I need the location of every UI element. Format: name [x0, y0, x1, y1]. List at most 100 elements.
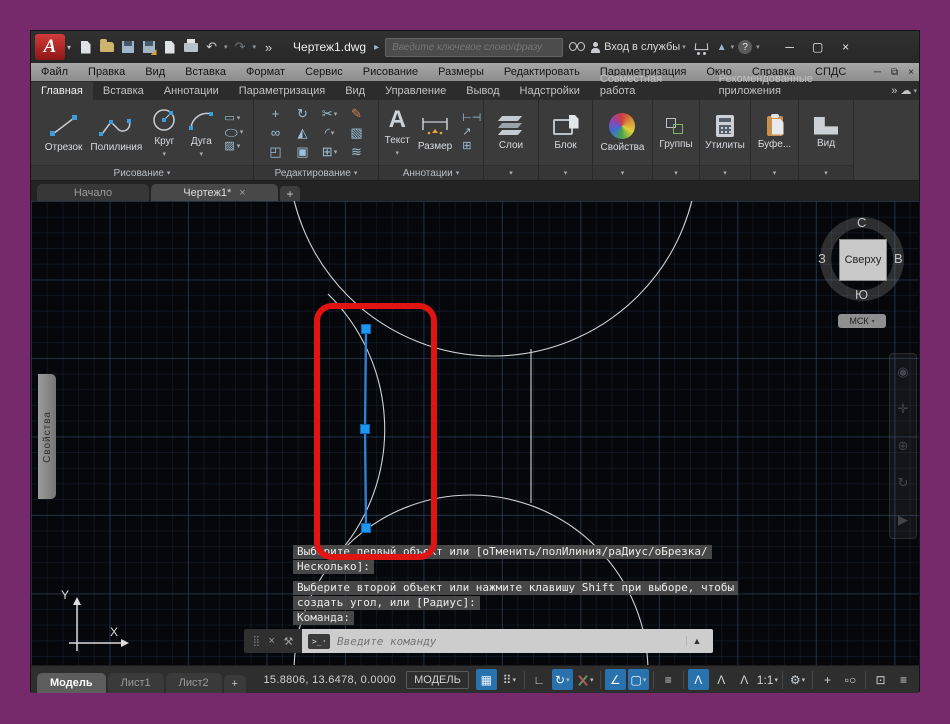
workspace-switch-button[interactable]: ⚙ ▾ [787, 669, 808, 690]
properties-button[interactable]: Свойства [597, 112, 649, 153]
text-dropdown-icon[interactable]: ▾ [395, 149, 399, 157]
command-line-bar[interactable]: ⣿ × ⚒ >_▾ ▲ [244, 629, 713, 653]
properties-palette-tab[interactable]: Свойства [38, 374, 56, 499]
table-tool-button[interactable]: ⊞ [462, 140, 481, 153]
dimension-tool-button[interactable]: Размер [414, 114, 456, 152]
fullscreen-button[interactable]: ⊡ [870, 669, 891, 690]
command-input-field[interactable]: >_▾ ▲ [302, 629, 713, 653]
viewcube-face[interactable]: Сверху [839, 239, 887, 281]
ribbon-tab-insert[interactable]: Вставка [93, 82, 154, 100]
ribbon-state-dropdown-icon[interactable]: ▾ [913, 87, 917, 95]
arc-dropdown-icon[interactable]: ▾ [200, 150, 204, 158]
text-tool-button[interactable]: А Текст ▾ [381, 108, 414, 158]
viewcube-south-label[interactable]: Ю [855, 287, 868, 302]
erase-tool-button[interactable]: ✎ [351, 106, 362, 122]
isolate-objects-button[interactable]: ▫○ [840, 669, 861, 690]
file-tab-start[interactable]: Начало [37, 184, 149, 201]
ribbon-tab-view[interactable]: Вид [335, 82, 375, 100]
menu-tools[interactable]: Сервис [295, 66, 353, 78]
undo-button[interactable]: ↶ [203, 39, 220, 56]
3d-box-tool-button[interactable]: ▧ [350, 125, 362, 141]
ribbon-tab-addins[interactable]: Надстройки [510, 82, 590, 100]
sign-in-button[interactable]: Вход в службы [604, 41, 680, 53]
menu-view[interactable]: Вид [135, 66, 175, 78]
file-tab-drawing1[interactable]: Чертеж1* × [151, 184, 278, 201]
panel-annotation-footer[interactable]: Аннотации ▾ [379, 165, 483, 180]
block-button[interactable]: Блок [549, 115, 583, 151]
menu-modify[interactable]: Редактировать [494, 66, 590, 78]
panel-draw-footer[interactable]: Рисование ▾ [31, 165, 253, 180]
ribbon-tab-output[interactable]: Вывод [456, 82, 509, 100]
menu-dimension[interactable]: Размеры [428, 66, 494, 78]
panel-groups-footer[interactable]: ▾ [653, 165, 699, 180]
scale-tool-button[interactable]: ▣ [296, 144, 308, 160]
move-tool-button[interactable]: + [272, 106, 280, 121]
command-bar-close-icon[interactable]: × [268, 635, 274, 647]
maximize-button[interactable]: ▢ [804, 40, 832, 54]
ribbon-tab-annotate[interactable]: Аннотации [154, 82, 229, 100]
panel-layers-footer[interactable]: ▾ [484, 165, 538, 180]
customization-menu-button[interactable]: ≡ [893, 669, 914, 690]
customize-wrench-icon[interactable]: ⚒ [284, 635, 294, 648]
help-dropdown-icon[interactable]: ▾ [756, 43, 760, 51]
save-as-button[interactable] [140, 39, 157, 56]
annotation-autoscale-toggle[interactable]: Λ [711, 669, 732, 690]
command-history-expand-icon[interactable]: ▲ [686, 636, 707, 646]
ribbon-overflow-icon[interactable]: » [891, 85, 897, 97]
navigation-wheel-icon[interactable]: ◉ [897, 364, 908, 380]
file-tab-close-icon[interactable]: × [239, 187, 245, 199]
grid-toggle[interactable]: ▦ [475, 669, 497, 690]
open-file-button[interactable] [98, 39, 115, 56]
view-button[interactable]: Вид [810, 116, 842, 149]
rectangle-tool-button[interactable]: ▭ ▾ [224, 112, 243, 125]
menu-draw[interactable]: Рисование [353, 66, 428, 78]
offset-tool-button[interactable]: ≋ [351, 144, 362, 160]
command-bar-grip[interactable]: ⣿ × ⚒ [244, 629, 302, 653]
mirror-tool-button[interactable]: ◭ [298, 125, 308, 141]
print-button[interactable] [182, 38, 199, 56]
viewcube-west-label[interactable]: З [818, 251, 826, 266]
groups-button[interactable]: Группы [655, 116, 696, 150]
annotation-scale-value[interactable]: 1:1 ▾ [757, 669, 778, 690]
menu-insert[interactable]: Вставка [175, 66, 236, 78]
a360-icon[interactable]: ▲ [717, 42, 727, 53]
ribbon-tab-collaborate[interactable]: Совместная работа [590, 70, 709, 100]
drawing-canvas[interactable]: Y X Свойства Сверху С Ю З В МСК ▾ ◉ ✛ ⊕ ↻… [31, 201, 919, 665]
layout-tab-model[interactable]: Модель [37, 673, 106, 693]
leader-tool-button[interactable]: ↗ [462, 126, 481, 139]
trim-tool-button[interactable]: ✂ ▾ [322, 106, 337, 122]
clean-screen-button[interactable]: + [817, 669, 838, 690]
app-store-cart-icon[interactable] [695, 43, 708, 55]
ellipse-tool-button[interactable]: ◯ ▾ [224, 126, 243, 139]
plot-button[interactable] [161, 39, 178, 56]
show-motion-icon[interactable]: ▶ [898, 512, 908, 528]
help-search-input[interactable] [390, 40, 559, 54]
fillet-tool-button[interactable]: ◜ ▾ [325, 125, 335, 141]
copy-tool-button[interactable]: ∞ [271, 125, 280, 140]
layers-button[interactable]: Слои [494, 115, 528, 151]
panel-clipboard-footer[interactable]: ▾ [751, 165, 798, 180]
close-button[interactable]: × [832, 40, 860, 54]
search-binoculars-icon[interactable] [569, 42, 586, 52]
model-space-button[interactable]: МОДЕЛЬ [406, 670, 469, 689]
ribbon-tab-featured-apps[interactable]: Рекомендованные приложения [709, 70, 886, 100]
panel-properties-footer[interactable]: ▾ [593, 165, 652, 180]
app-logo-icon[interactable]: A [35, 34, 65, 60]
utilities-button[interactable]: Утилиты [701, 114, 749, 151]
menu-format[interactable]: Формат [236, 66, 295, 78]
menu-file[interactable]: Файл [31, 66, 78, 78]
doc-close-button[interactable]: × [903, 67, 919, 78]
zoom-icon[interactable]: ⊕ [898, 438, 909, 454]
ribbon-tab-manage[interactable]: Управление [375, 82, 456, 100]
help-search-box[interactable] [385, 37, 564, 57]
new-drawing-tab-button[interactable]: + [280, 186, 300, 201]
object-snap-toggle[interactable]: ▢ ▾ [627, 669, 649, 690]
new-layout-button[interactable]: + [223, 675, 246, 693]
isodraft-toggle[interactable]: ▾ [575, 669, 596, 690]
clipboard-button[interactable]: Буфе... [754, 113, 795, 150]
panel-utilities-footer[interactable]: ▾ [700, 165, 750, 180]
sign-in-dropdown-icon[interactable]: ▾ [682, 43, 686, 51]
snap-toggle[interactable]: ⠿ ▾ [499, 669, 520, 690]
lineweight-toggle[interactable]: ≡ [658, 669, 679, 690]
ribbon-tab-home[interactable]: Главная [31, 82, 93, 100]
